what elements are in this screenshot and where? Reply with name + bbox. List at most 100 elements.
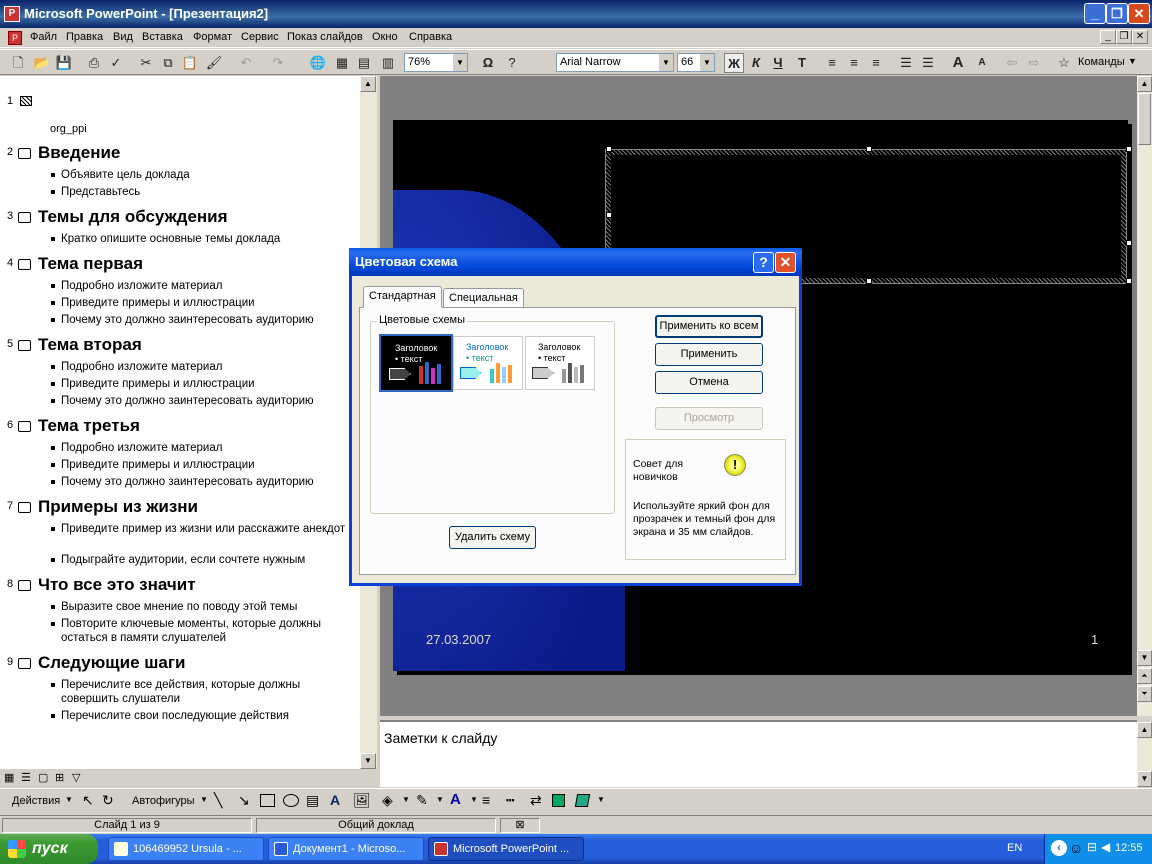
chevron-down-icon[interactable]: ▼ [1128, 56, 1137, 66]
autoshapes-menu[interactable]: Автофигуры [132, 795, 195, 807]
menu-file[interactable]: Файл [30, 31, 57, 43]
menu-slideshow[interactable]: Показ слайдов [287, 31, 363, 43]
bullet-list-icon[interactable]: ☰ [918, 53, 938, 73]
rectangle-icon[interactable] [260, 794, 275, 807]
bullet-item[interactable]: Перечислите все действия, которые должны… [51, 678, 351, 706]
slide-view-icon[interactable]: ▢ [38, 771, 48, 784]
powerpoint-icon[interactable]: P [4, 6, 20, 22]
smiley-icon[interactable]: ☺ [1069, 840, 1083, 856]
new-icon[interactable]: 🗋 [8, 53, 28, 73]
apply-button[interactable]: Применить [655, 343, 763, 366]
slide-title[interactable]: Примеры из жизни [38, 497, 198, 517]
hyperlink-icon[interactable]: 🌐 [308, 53, 328, 73]
scroll-up-icon[interactable]: ▲ [360, 76, 376, 92]
previous-slide-icon[interactable]: ⏶ [1137, 668, 1152, 684]
menu-insert[interactable]: Вставка [142, 31, 183, 43]
restore-button[interactable]: ❐ [1106, 3, 1128, 24]
notes-pane[interactable]: Заметки к слайду ▲ ▼ [380, 720, 1152, 787]
cut-icon[interactable]: ✂ [136, 53, 156, 73]
undo-icon[interactable]: ↶ [236, 53, 256, 73]
chevron-down-icon[interactable]: ▼ [65, 795, 73, 804]
line-color-icon[interactable]: ✎ [416, 792, 428, 809]
star-icon[interactable]: ☆ [1054, 53, 1074, 73]
tab-custom[interactable]: Специальная [443, 288, 524, 308]
bullet-item[interactable]: Подыграйте аудитории, если сочтете нужны… [51, 553, 351, 567]
slide-icon[interactable] [18, 502, 31, 513]
font-color-icon[interactable]: A [450, 791, 461, 808]
bullet-item[interactable]: Почему это должно заинтересовать аудитор… [51, 313, 351, 327]
bullet-item[interactable]: Перечислите свои последующие действия [51, 709, 351, 723]
help-button[interactable]: ? [753, 252, 774, 273]
taskbar-item-active[interactable]: Microsoft PowerPoint ... [428, 837, 584, 861]
bullet-item[interactable]: Приведите примеры и иллюстрации [51, 458, 351, 472]
slide-icon[interactable] [18, 580, 31, 591]
slide-icon[interactable] [20, 96, 32, 106]
select-pointer-icon[interactable]: ↖ [82, 792, 94, 809]
numbered-list-icon[interactable]: ☰ [896, 53, 916, 73]
resize-handle[interactable] [1126, 146, 1132, 152]
free-rotate-icon[interactable]: ↻ [102, 792, 114, 809]
outline-view-icon[interactable]: ☰ [21, 771, 31, 784]
slide-icon[interactable] [18, 421, 31, 432]
slide-title[interactable]: Введение [38, 143, 120, 163]
scheme-swatch[interactable]: Заголовок • текст [525, 336, 595, 390]
menu-tools[interactable]: Сервис [241, 31, 279, 43]
insert-table-icon[interactable]: ▤ [354, 53, 374, 73]
taskbar-item[interactable]: 106469952 Ursula - ... [108, 837, 264, 861]
scroll-down-icon[interactable]: ▼ [360, 753, 376, 769]
paste-icon[interactable]: 📋 [180, 53, 200, 73]
clipart-icon[interactable]: 🖼 [353, 792, 371, 809]
copy-icon[interactable]: ⧉ [158, 53, 178, 73]
save-icon[interactable]: 💾 [54, 53, 74, 73]
increase-font-icon[interactable]: A [948, 53, 968, 73]
apply-all-button[interactable]: Применить ко всем [655, 315, 763, 338]
open-icon[interactable]: 📂 [32, 53, 52, 73]
slide-title[interactable]: Тема третья [38, 416, 140, 436]
format-painter-icon[interactable]: 🖌 [204, 53, 224, 73]
document-icon[interactable]: P [8, 31, 22, 45]
symbol-icon[interactable]: Ω [478, 53, 498, 73]
menu-view[interactable]: Вид [113, 31, 133, 43]
line-style-icon[interactable]: ≡ [482, 792, 490, 808]
notes-scrollbar[interactable]: ▲ ▼ [1137, 722, 1152, 787]
promote-icon[interactable]: ⇦ [1002, 53, 1022, 73]
decrease-font-icon[interactable]: A [972, 53, 992, 73]
line-icon[interactable]: ╲ [214, 792, 222, 809]
tab-standard[interactable]: Стандартная [363, 286, 442, 308]
print-icon[interactable]: ⎙ [84, 53, 104, 73]
slide-subtitle[interactable]: org_ppi [50, 123, 87, 135]
slide-title[interactable]: Темы для обсуждения [38, 207, 228, 227]
outline-pane[interactable]: 1 org_ppi 2 Введение Объявите цель докла… [0, 76, 360, 769]
textbox-icon[interactable]: ▤ [306, 792, 319, 809]
minimize-button[interactable]: _ [1084, 3, 1106, 24]
arrow-style-icon[interactable]: ⇄ [530, 792, 542, 809]
menu-help[interactable]: Справка [409, 31, 452, 43]
bullet-item[interactable]: Приведите примеры и иллюстрации [51, 377, 351, 391]
resize-handle[interactable] [606, 212, 612, 218]
language-indicator[interactable]: EN [1007, 842, 1022, 854]
slide-title[interactable]: Тема первая [38, 254, 143, 274]
bullet-item[interactable]: Подробно изложите материал [51, 360, 351, 374]
align-left-icon[interactable]: ≡ [822, 53, 842, 73]
bullet-item[interactable]: Объявите цель доклада [51, 168, 351, 182]
fill-color-icon[interactable]: ◈ [382, 792, 393, 809]
bullet-item[interactable]: Представьтесь [51, 185, 351, 199]
resize-handle[interactable] [606, 146, 612, 152]
scroll-down-icon[interactable]: ▼ [1137, 771, 1152, 787]
bullet-item[interactable]: Почему это должно заинтересовать аудитор… [51, 475, 351, 489]
slide-icon[interactable] [18, 340, 31, 351]
slide-icon[interactable] [18, 259, 31, 270]
dialog-title-bar[interactable]: Цветовая схема ? ✕ [349, 248, 802, 276]
bullet-item[interactable]: Почему это должно заинтересовать аудитор… [51, 394, 351, 408]
scheme-swatch[interactable]: Заголовок • текст [453, 336, 523, 390]
align-center-icon[interactable]: ≡ [844, 53, 864, 73]
bullet-item[interactable]: Приведите примеры и иллюстрации [51, 296, 351, 310]
start-button[interactable]: пуск [0, 834, 98, 864]
chevron-down-icon[interactable]: ▼ [453, 54, 467, 71]
show-hidden-icons-icon[interactable]: ‹ [1051, 840, 1067, 856]
resize-handle[interactable] [1126, 240, 1132, 246]
font-name-select[interactable]: Arial Narrow ▼ [556, 53, 674, 72]
slide-title[interactable]: Что все это значит [38, 575, 196, 595]
resize-handle[interactable] [866, 278, 872, 284]
oval-icon[interactable] [283, 794, 299, 807]
